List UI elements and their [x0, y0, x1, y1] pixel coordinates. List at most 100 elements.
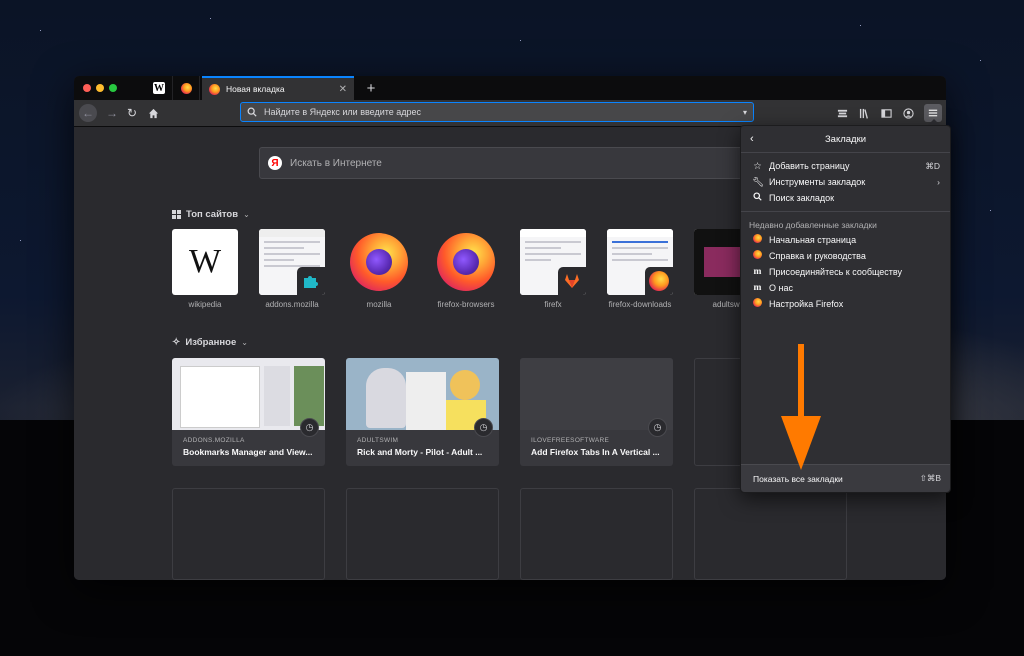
top-site-label: mozilla — [366, 300, 392, 309]
card-title: Bookmarks Manager and View... — [183, 447, 313, 457]
minimize-window-button[interactable] — [96, 84, 104, 92]
menu-item-shortcut: ⇧⌘B — [919, 473, 941, 483]
clock-icon: ◷ — [300, 418, 319, 437]
top-site-tile[interactable]: addons.mozilla — [259, 229, 325, 309]
sparkle-icon: ✧ — [172, 337, 181, 348]
empty-card-placeholder — [694, 488, 847, 580]
clock-icon: ◷ — [648, 418, 667, 437]
yandex-logo-icon: Я — [268, 156, 282, 170]
close-window-button[interactable] — [83, 84, 91, 92]
empty-card-placeholder — [172, 488, 325, 580]
downloads-icon[interactable] — [834, 105, 850, 121]
top-sites-header[interactable]: Топ сайтов ⌄ — [172, 209, 250, 220]
menu-item-shortcut: ⌘D — [925, 160, 940, 171]
recent-bookmark-item[interactable]: m О нас — [741, 280, 950, 296]
addons-puzzle-icon — [297, 267, 325, 295]
top-site-tile[interactable]: mozilla — [346, 229, 412, 309]
bookmark-tools-item[interactable]: 🔧︎ Инструменты закладок › — [741, 174, 950, 190]
highlight-card[interactable]: ◷ ADULTSWIM Rick and Morty - Pilot - Adu… — [346, 358, 499, 466]
pinned-tab-wikipedia[interactable]: W — [146, 76, 173, 100]
top-sites-title: Топ сайтов — [186, 209, 239, 220]
pinned-tab-firefox[interactable] — [173, 76, 200, 100]
tab-close-icon[interactable]: ✕ — [339, 84, 347, 95]
tab-new-tab[interactable]: Новая вкладка ✕ — [202, 76, 354, 100]
recent-bookmark-item[interactable]: Настройка Firefox — [741, 296, 950, 312]
panel-header: ‹ Закладки — [741, 126, 950, 153]
card-screenshot: ◷ — [172, 358, 325, 437]
card-screenshot: ◷ — [346, 358, 499, 437]
top-site-label: addons.mozilla — [265, 300, 319, 309]
top-site-tile[interactable]: firefox-browsers — [433, 229, 499, 309]
search-icon — [752, 192, 763, 204]
firefox-favicon — [645, 267, 673, 295]
card-source: ILOVEFREESOFTWARE — [531, 437, 610, 444]
mozilla-m-icon: m — [753, 283, 762, 293]
address-input[interactable] — [262, 106, 737, 118]
home-icon — [148, 108, 158, 118]
recent-bookmark-item[interactable]: Справка и руководства — [741, 248, 950, 264]
wrench-icon: 🔧︎ — [752, 176, 765, 188]
firefox-favicon — [753, 298, 762, 307]
star-icon: ☆ — [753, 160, 762, 172]
firefox-logo-icon — [350, 233, 408, 291]
wikipedia-logo-icon: W — [188, 243, 222, 280]
firefox-logo-icon — [437, 233, 495, 291]
firefox-favicon — [180, 82, 192, 94]
account-icon[interactable] — [900, 105, 916, 121]
web-search-box[interactable]: Я Искать в Интернете — [259, 147, 759, 179]
forward-button[interactable]: → — [103, 104, 121, 122]
address-bar[interactable]: ▾ — [240, 102, 754, 122]
bookmark-this-page-item[interactable]: ☆ Добавить страницу ⌘D — [741, 158, 950, 174]
gitlab-fox-icon — [558, 267, 586, 295]
firefox-favicon — [209, 83, 220, 95]
back-button[interactable]: ← — [79, 104, 97, 122]
card-source: ADDONS.MOZILLA — [183, 437, 245, 444]
search-icon — [247, 107, 257, 117]
show-all-bookmarks-button[interactable]: Показать все закладки ⇧⌘B — [741, 464, 950, 492]
sidebar-icon[interactable] — [878, 105, 894, 121]
chevron-right-icon: › — [937, 177, 940, 187]
annotation-arrow-icon — [781, 344, 821, 470]
menu-item-label: Присоединяйтесь к сообществу — [769, 267, 903, 277]
panel-back-chevron-icon[interactable]: ‹ — [750, 133, 754, 145]
mozilla-m-icon: m — [753, 267, 762, 277]
panel-title: Закладки — [824, 133, 867, 145]
clock-icon: ◷ — [474, 418, 493, 437]
card-source: ADULTSWIM — [357, 437, 399, 444]
home-button[interactable] — [144, 104, 162, 122]
top-site-label: firefox-downloads — [608, 300, 672, 309]
wikipedia-favicon: W — [153, 82, 165, 94]
menu-item-label: Показать все закладки — [753, 473, 843, 484]
separator — [741, 211, 950, 212]
highlights-header[interactable]: ✧ Избранное ⌄ — [172, 337, 248, 348]
top-site-tile[interactable]: W wikipedia — [172, 229, 238, 309]
menu-item-label: Добавить страницу — [769, 161, 850, 171]
top-sites-grid-icon — [172, 210, 181, 219]
top-site-tile[interactable]: firefx — [520, 229, 586, 309]
highlight-card[interactable]: ◷ ILOVEFREESOFTWARE Add Firefox Tabs In … — [520, 358, 673, 466]
library-icon[interactable] — [856, 105, 872, 121]
search-bookmarks-item[interactable]: Поиск закладок — [741, 190, 950, 206]
recent-bookmark-item[interactable]: Начальная страница — [741, 232, 950, 248]
top-site-label: firefox-browsers — [437, 300, 495, 309]
top-site-label: firefx — [544, 300, 562, 309]
top-site-tile[interactable]: firefox-downloads — [607, 229, 673, 309]
menu-item-label: О нас — [769, 283, 793, 293]
menu-item-label: Поиск закладок — [769, 193, 835, 203]
chevron-down-icon: ⌄ — [243, 210, 250, 219]
highlights-title: Избранное — [185, 337, 237, 348]
empty-card-placeholder — [520, 488, 673, 580]
url-dropdown-chevron-icon[interactable]: ▾ — [737, 108, 753, 117]
empty-card-placeholder — [346, 488, 499, 580]
web-search-placeholder: Искать в Интернете — [290, 157, 382, 169]
card-screenshot: ◷ — [520, 358, 673, 437]
card-title: Rick and Morty - Pilot - Adult ... — [357, 447, 483, 457]
zoom-window-button[interactable] — [109, 84, 117, 92]
top-site-label: wikipedia — [188, 300, 222, 309]
reload-button[interactable]: ↻ — [123, 104, 141, 122]
navigation-toolbar: ← → ↻ ▾ — [74, 100, 946, 127]
menu-item-label: Настройка Firefox — [769, 299, 844, 309]
recent-bookmark-item[interactable]: m Присоединяйтесь к сообществу — [741, 264, 950, 280]
new-tab-button[interactable]: + — [360, 76, 382, 100]
highlight-card[interactable]: ◷ ADDONS.MOZILLA Bookmarks Manager and V… — [172, 358, 325, 466]
